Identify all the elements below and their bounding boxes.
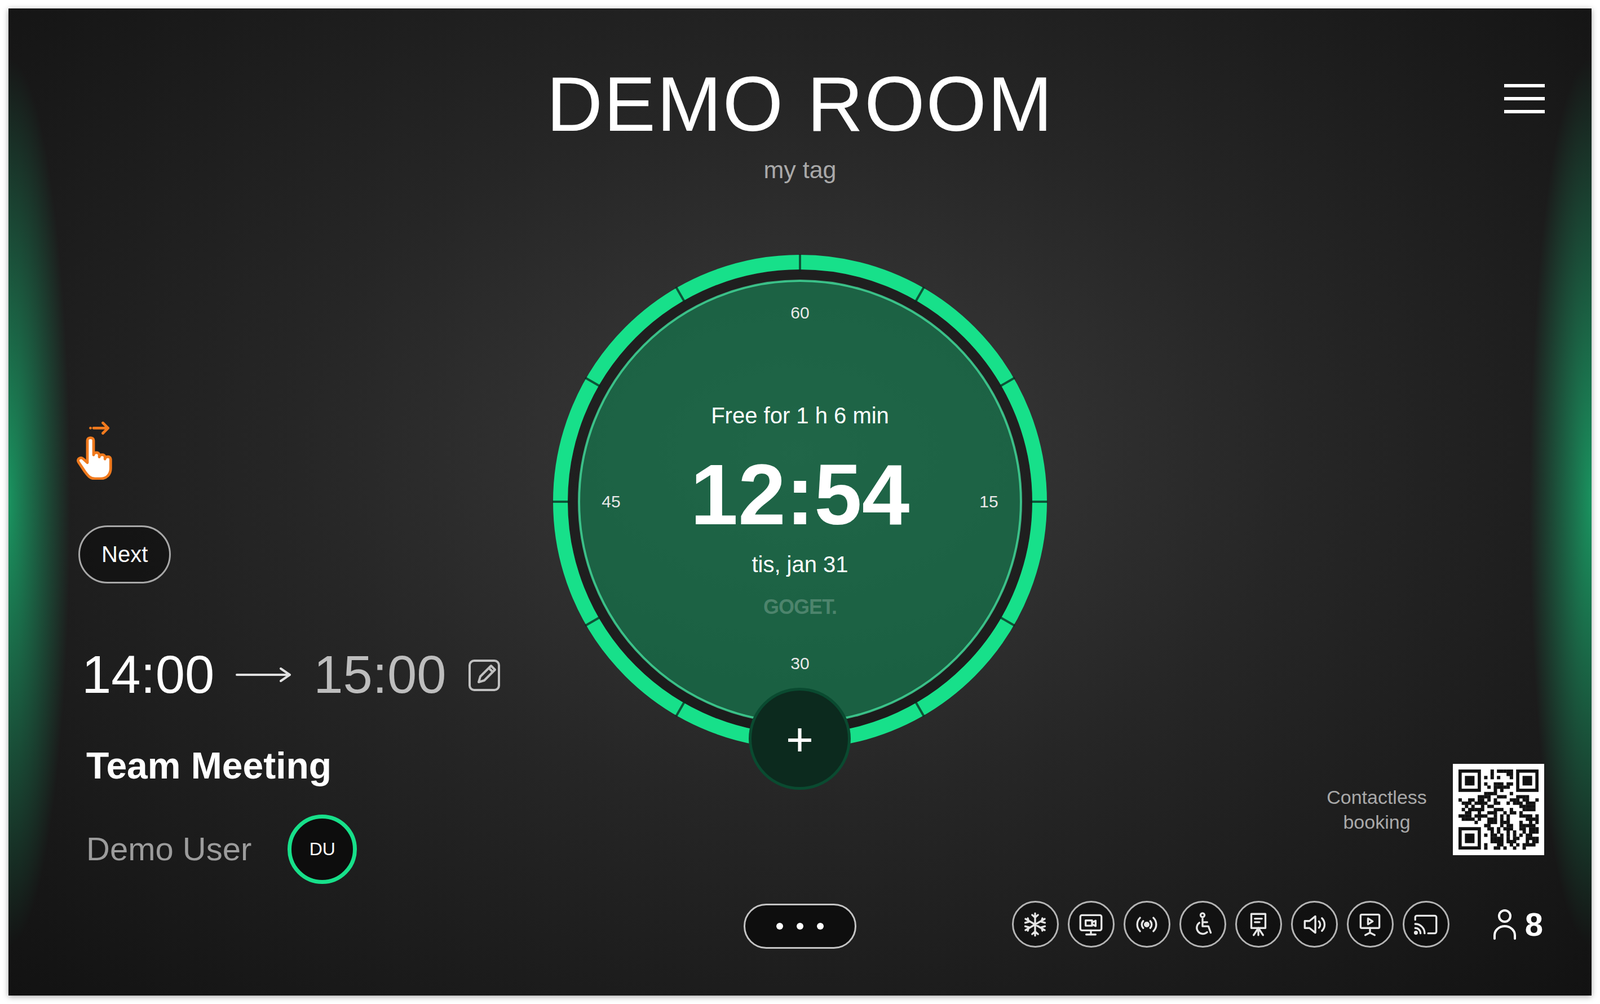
accessible-icon [1188,910,1217,939]
organizer-avatar: DU [287,814,357,885]
cast-icon [1411,910,1440,939]
amenity-button[interactable] [1123,900,1171,948]
contactless-booking[interactable]: Contactless booking [1317,763,1545,856]
end-time: 15:00 [313,645,446,704]
meeting-time: 14:00 15:00 [78,645,503,704]
start-time: 14:00 [81,645,215,704]
organizer-name: Demo User [86,829,252,869]
amenity-button[interactable] [1291,900,1338,948]
video-conference-icon [1076,910,1106,939]
arrow-icon [235,666,293,684]
speaker-icon [1300,910,1329,939]
capacity-count: 8 [1525,906,1544,943]
header: DEMO ROOM my tag [8,8,1592,195]
meeting-title: Team Meeting [78,743,332,789]
amenities-bar: 8 [856,900,1592,948]
contactless-label: Contactless booking [1317,784,1436,835]
amenity-button[interactable] [1346,900,1394,948]
room-clock: Free for 1 h 6 min 12:54 tis, jan 31 GOG… [552,254,1048,750]
amenity-button[interactable] [1235,900,1283,948]
room-tag: my tag [763,155,837,185]
brand-logo: GOGET. [763,594,837,620]
free-status: Free for 1 h 6 min [710,401,890,430]
more-dot-icon [816,922,824,930]
person-icon [1492,908,1518,940]
more-dot-icon [796,922,804,930]
room-display: DEMO ROOM my tag Next 14:00 [8,8,1592,996]
room-title: DEMO ROOM [546,64,1054,143]
more-button[interactable] [743,903,857,949]
menu-icon[interactable] [1504,84,1545,114]
next-button[interactable]: Next [78,525,171,584]
amenity-button[interactable] [1402,900,1450,948]
more-dot-icon [776,922,784,930]
clock-tick-label: 15 [979,493,998,511]
qr-code-icon[interactable] [1452,763,1545,856]
capacity: 8 [1492,906,1544,943]
next-meeting-panel: Next 14:00 15:00 Team Meeting Demo User … [8,194,553,901]
presentation-icon [1355,910,1385,939]
wireless-icon [1132,910,1161,939]
edit-icon[interactable] [467,657,503,693]
snowflake-icon [1021,910,1050,939]
edge-glow [8,8,71,996]
clock-tick-label: 30 [790,655,810,673]
amenity-button[interactable] [1067,900,1115,948]
add-booking-button[interactable]: + [748,687,851,790]
clock-tick-label: 45 [601,493,621,511]
current-date: tis, jan 31 [751,550,848,578]
swipe-hand-icon[interactable] [68,417,131,480]
clock-tick-label: 60 [790,304,810,322]
amenity-button[interactable] [1179,900,1227,948]
avatar-initials: DU [309,838,336,860]
amenity-button[interactable] [1011,900,1059,948]
current-time: 12:54 [690,451,910,538]
flipchart-icon [1244,910,1273,939]
